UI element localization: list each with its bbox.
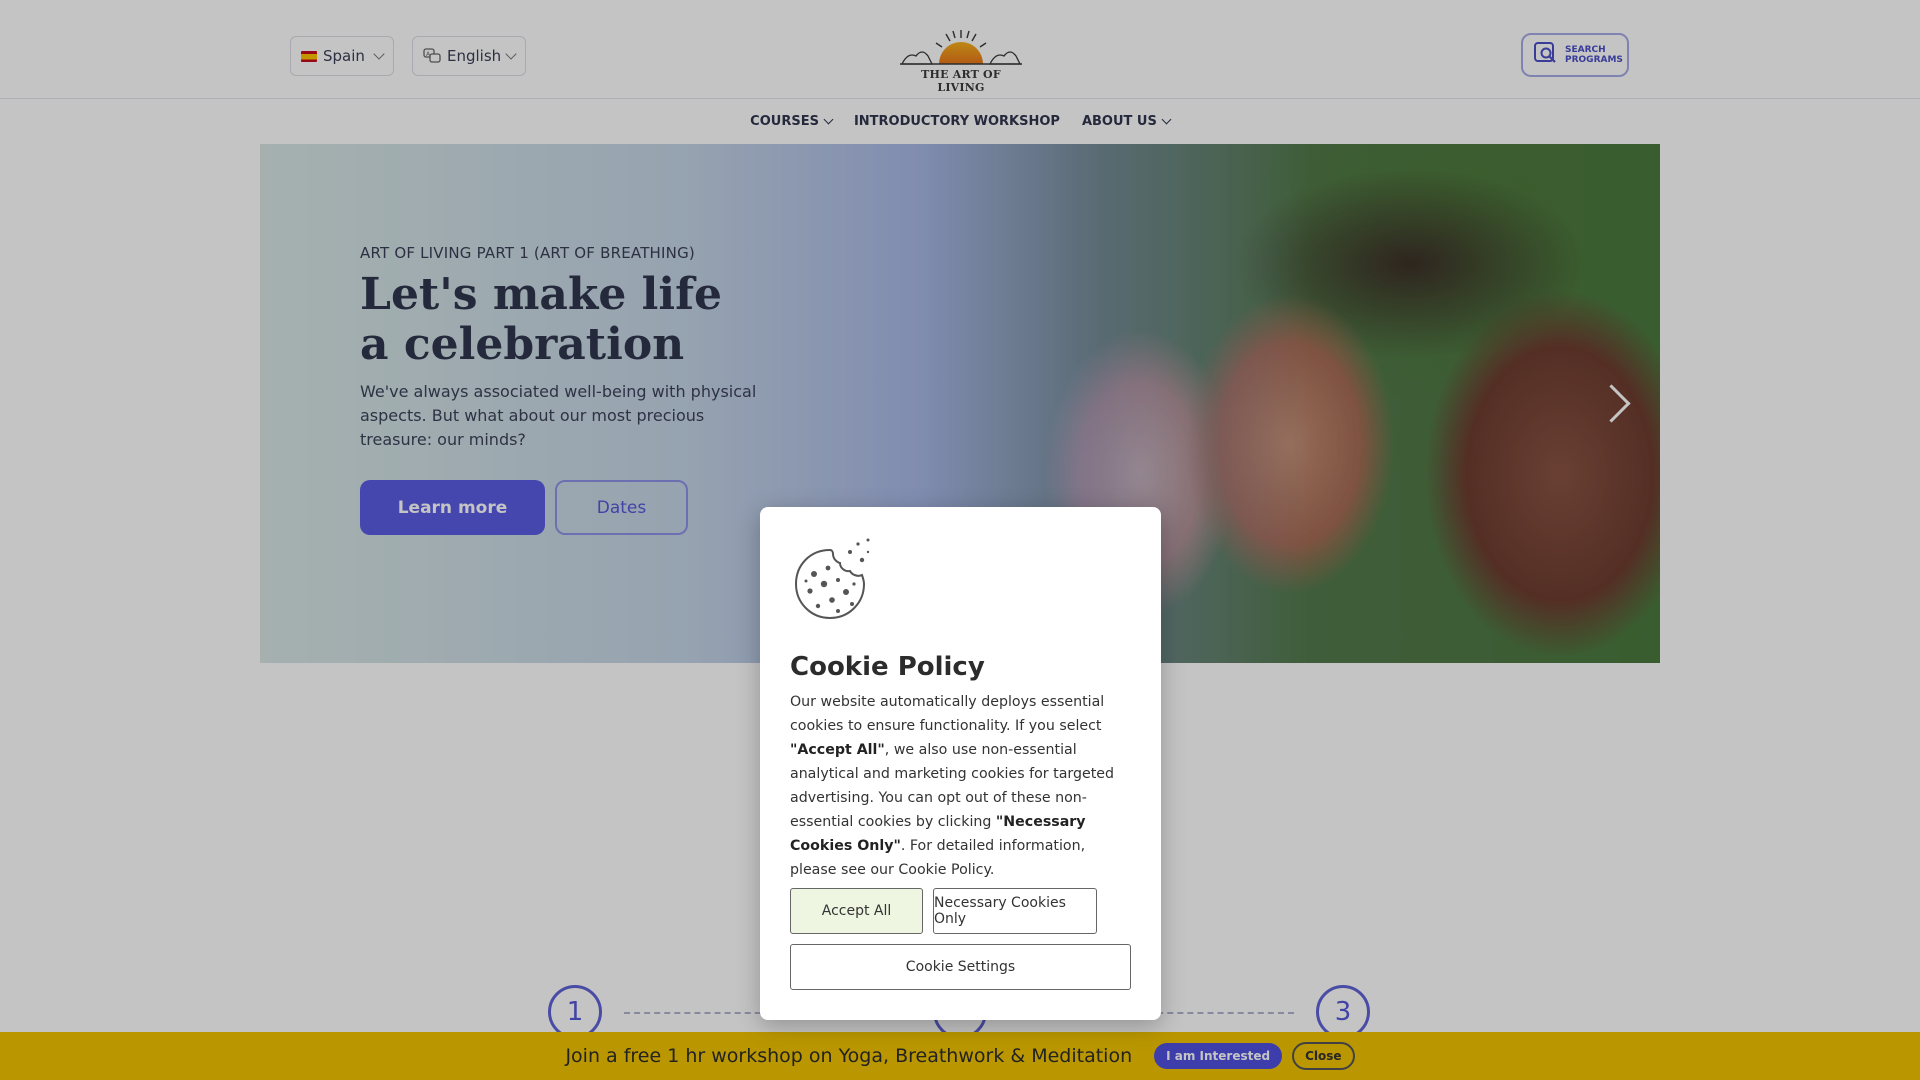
cookie-modal: Cookie Policy Our website automatically … [760, 507, 1161, 1020]
cookie-text: Our website automatically deploys essent… [790, 690, 1135, 882]
page: Spain A English THE ART OF LIVING SEARCH… [0, 0, 1920, 1080]
accept-all-quote: "Accept All" [790, 742, 885, 758]
necessary-cookies-button[interactable]: Necessary Cookies Only [933, 888, 1097, 934]
cookie-settings-button[interactable]: Cookie Settings [790, 944, 1131, 990]
cookie-title: Cookie Policy [790, 652, 985, 682]
cookie-icon [788, 534, 872, 622]
cookie-text-part: Our website automatically deploys essent… [790, 694, 1105, 734]
accept-all-button[interactable]: Accept All [790, 888, 923, 934]
